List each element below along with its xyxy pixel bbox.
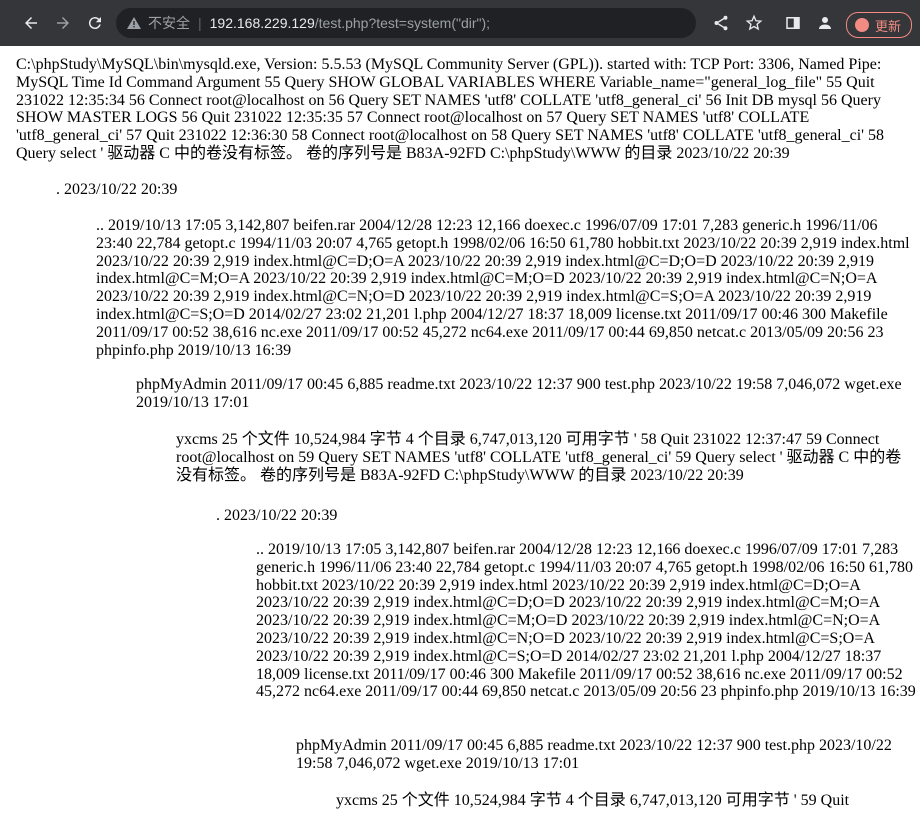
browser-toolbar: 不安全 | 192.168.229.129 /test.php?test=sys…	[0, 0, 920, 46]
side-panel-button[interactable]	[778, 8, 808, 38]
log-paragraph-8: phpMyAdmin 2011/09/17 00:45 6,885 readme…	[296, 737, 892, 772]
back-button[interactable]	[16, 8, 46, 38]
log-paragraph-1: C:\phpStudy\MySQL\bin\mysqld.exe, Versio…	[16, 56, 885, 162]
forward-button[interactable]	[48, 8, 78, 38]
share-icon	[714, 15, 728, 31]
log-paragraph-3: .. 2019/10/13 17:05 3,142,807 beifen.rar…	[96, 217, 910, 359]
log-paragraph-4: phpMyAdmin 2011/09/17 00:45 6,885 readme…	[136, 376, 902, 411]
bookmark-button[interactable]	[739, 8, 769, 38]
log-paragraph-6: . 2023/10/22 20:39	[216, 507, 338, 524]
url-path: /test.php?test=system("dir");	[314, 15, 491, 31]
insecure-label: 不安全	[148, 15, 190, 31]
arrow-right-icon	[57, 17, 69, 29]
log-paragraph-2: . 2023/10/22 20:39	[56, 181, 178, 198]
reload-icon	[88, 17, 101, 30]
url-host: 192.168.229.129	[209, 15, 315, 31]
reload-button[interactable]	[80, 8, 110, 38]
star-icon	[745, 14, 763, 31]
omnibox-separator: |	[198, 15, 202, 31]
warning-icon	[126, 15, 142, 31]
side-panel-icon	[786, 17, 800, 29]
page-content: C:\phpStudy\MySQL\bin\mysqld.exe, Versio…	[0, 46, 920, 836]
profile-button[interactable]	[810, 8, 840, 38]
update-label: 更新	[875, 18, 902, 34]
person-icon	[819, 17, 831, 29]
update-button[interactable]: 更新	[846, 12, 913, 38]
update-avatar-icon	[855, 18, 869, 32]
log-paragraph-5: yxcms 25 个文件 10,524,984 字节 4 个目录 6,747,0…	[176, 431, 902, 484]
share-button[interactable]	[706, 8, 736, 38]
log-paragraph-9: yxcms 25 个文件 10,524,984 字节 4 个目录 6,747,0…	[336, 792, 850, 809]
arrow-left-icon	[25, 17, 37, 29]
log-paragraph-7: .. 2019/10/13 17:05 3,142,807 beifen.rar…	[256, 541, 916, 701]
address-bar[interactable]: 不安全 | 192.168.229.129 /test.php?test=sys…	[116, 8, 696, 38]
